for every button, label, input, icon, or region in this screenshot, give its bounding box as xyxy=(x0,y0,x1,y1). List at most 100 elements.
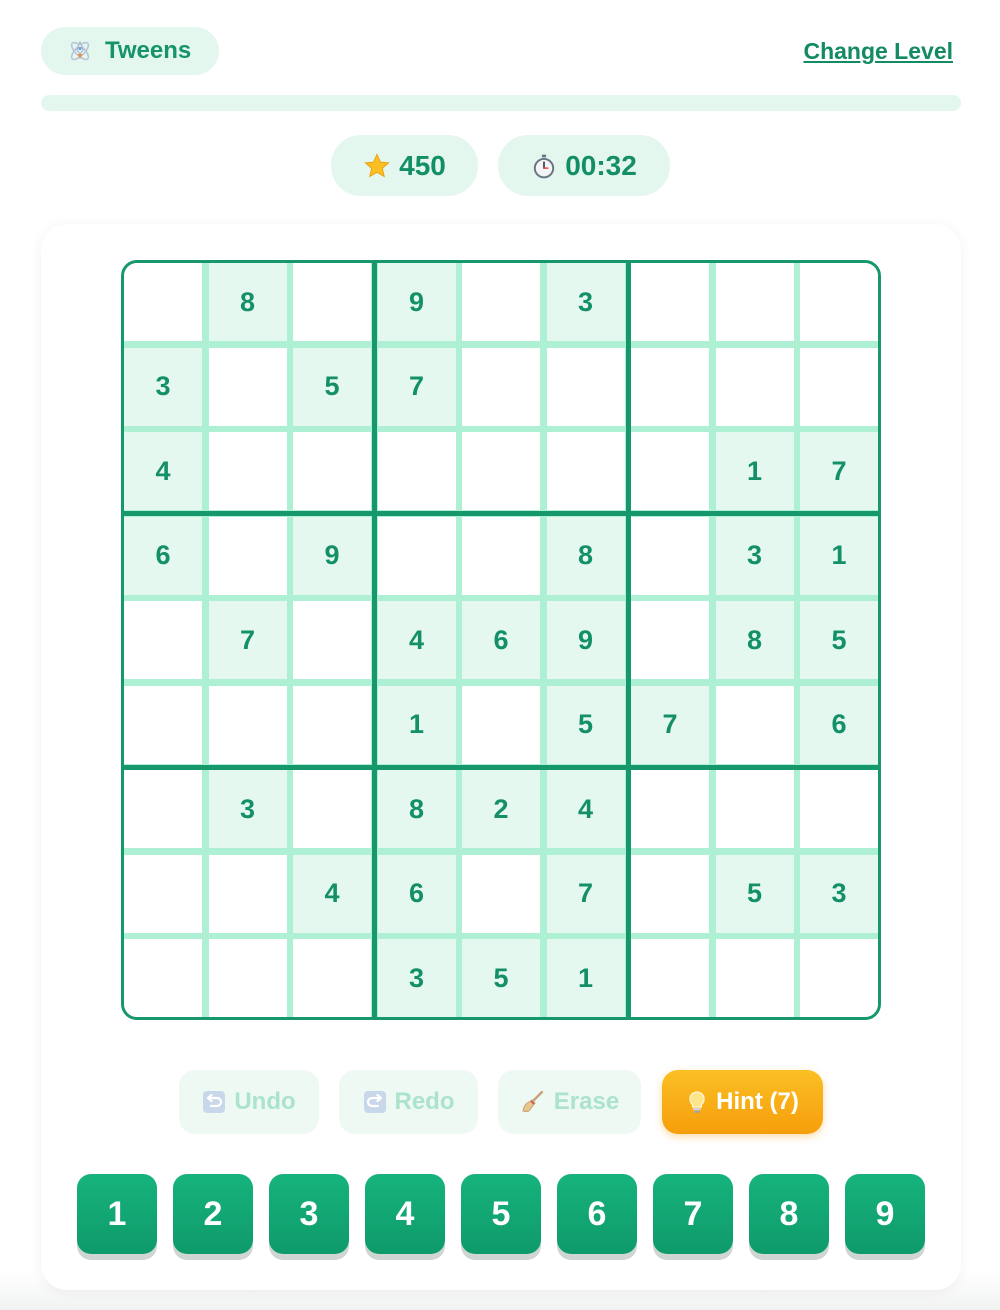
number-button-4[interactable]: 4 xyxy=(365,1174,445,1254)
sudoku-cell[interactable]: 4 xyxy=(124,432,202,510)
sudoku-cell[interactable]: 9 xyxy=(293,516,371,595)
number-button-5[interactable]: 5 xyxy=(461,1174,541,1254)
block-divider xyxy=(625,263,631,1017)
sudoku-cell[interactable] xyxy=(631,601,709,679)
sudoku-cell[interactable]: 5 xyxy=(715,854,794,933)
sudoku-cell[interactable] xyxy=(208,516,287,595)
sudoku-cell[interactable] xyxy=(293,770,371,848)
sudoku-cell[interactable]: 7 xyxy=(208,601,287,679)
sudoku-cell[interactable] xyxy=(208,347,287,426)
sudoku-cell[interactable] xyxy=(631,854,709,933)
sudoku-cell[interactable] xyxy=(546,347,625,426)
sudoku-cell[interactable] xyxy=(800,770,878,848)
sudoku-cell[interactable]: 7 xyxy=(546,854,625,933)
sudoku-cell[interactable] xyxy=(715,347,794,426)
number-button-1[interactable]: 1 xyxy=(77,1174,157,1254)
sudoku-cell[interactable]: 6 xyxy=(462,601,540,679)
sudoku-cell[interactable] xyxy=(715,263,794,341)
sudoku-cell[interactable] xyxy=(293,685,371,764)
sudoku-cell[interactable] xyxy=(462,432,540,510)
sudoku-cell[interactable] xyxy=(208,854,287,933)
sudoku-cell[interactable] xyxy=(715,770,794,848)
sudoku-cell[interactable] xyxy=(124,939,202,1017)
hint-button[interactable]: Hint (7) xyxy=(662,1070,823,1134)
sudoku-cell[interactable]: 9 xyxy=(377,263,456,341)
sudoku-cell[interactable]: 9 xyxy=(546,601,625,679)
sudoku-cell[interactable] xyxy=(462,347,540,426)
sudoku-cell[interactable]: 1 xyxy=(377,685,456,764)
sudoku-cell[interactable] xyxy=(208,939,287,1017)
sudoku-cell[interactable]: 3 xyxy=(800,854,878,933)
sudoku-cell[interactable]: 3 xyxy=(715,516,794,595)
sudoku-cell[interactable]: 4 xyxy=(546,770,625,848)
sudoku-cell[interactable] xyxy=(124,770,202,848)
sudoku-cell[interactable]: 3 xyxy=(377,939,456,1017)
sudoku-cell[interactable]: 1 xyxy=(715,432,794,510)
change-level-link[interactable]: Change Level xyxy=(803,38,953,65)
sudoku-cell[interactable]: 8 xyxy=(208,263,287,341)
number-button-9[interactable]: 9 xyxy=(845,1174,925,1254)
sudoku-cell[interactable] xyxy=(800,263,878,341)
sudoku-cell[interactable] xyxy=(800,939,878,1017)
sudoku-cell[interactable] xyxy=(631,770,709,848)
sudoku-cell[interactable]: 2 xyxy=(462,770,540,848)
number-button-7[interactable]: 7 xyxy=(653,1174,733,1254)
sudoku-cell[interactable]: 8 xyxy=(546,516,625,595)
sudoku-cell[interactable] xyxy=(124,854,202,933)
erase-button[interactable]: Erase xyxy=(498,1070,641,1134)
sudoku-cell[interactable]: 3 xyxy=(208,770,287,848)
sudoku-cell[interactable] xyxy=(208,432,287,510)
sudoku-cell[interactable]: 4 xyxy=(377,601,456,679)
sudoku-cell[interactable] xyxy=(377,432,456,510)
sudoku-cell[interactable] xyxy=(546,432,625,510)
stopwatch-icon xyxy=(534,154,555,178)
sudoku-cell[interactable] xyxy=(124,601,202,679)
sudoku-cell[interactable] xyxy=(124,685,202,764)
sudoku-cell[interactable] xyxy=(462,263,540,341)
sudoku-cell[interactable] xyxy=(631,263,709,341)
number-button-2[interactable]: 2 xyxy=(173,1174,253,1254)
number-button-8[interactable]: 8 xyxy=(749,1174,829,1254)
sudoku-cell[interactable]: 7 xyxy=(631,685,709,764)
sudoku-cell[interactable] xyxy=(462,516,540,595)
sudoku-cell[interactable]: 5 xyxy=(293,347,371,426)
sudoku-cell[interactable] xyxy=(462,854,540,933)
redo-button[interactable]: Redo xyxy=(339,1070,478,1134)
number-button-3[interactable]: 3 xyxy=(269,1174,349,1254)
sudoku-cell[interactable] xyxy=(715,685,794,764)
sudoku-cell[interactable] xyxy=(293,601,371,679)
sudoku-cell[interactable] xyxy=(293,939,371,1017)
sudoku-cell[interactable]: 1 xyxy=(546,939,625,1017)
undo-button[interactable]: Undo xyxy=(179,1070,319,1134)
block-divider xyxy=(124,764,878,770)
sudoku-cell[interactable]: 1 xyxy=(800,516,878,595)
sudoku-cell[interactable]: 7 xyxy=(377,347,456,426)
sudoku-cell[interactable] xyxy=(800,347,878,426)
sudoku-cell[interactable]: 5 xyxy=(462,939,540,1017)
sudoku-cell[interactable]: 3 xyxy=(124,347,202,426)
sudoku-cell[interactable]: 6 xyxy=(124,516,202,595)
sudoku-cell[interactable] xyxy=(631,347,709,426)
sudoku-cell[interactable] xyxy=(631,432,709,510)
sudoku-cell[interactable] xyxy=(631,939,709,1017)
sudoku-cell[interactable]: 7 xyxy=(800,432,878,510)
sudoku-cell[interactable]: 6 xyxy=(377,854,456,933)
sudoku-cell[interactable] xyxy=(293,263,371,341)
sudoku-cell[interactable]: 5 xyxy=(800,601,878,679)
sudoku-cell[interactable]: 4 xyxy=(293,854,371,933)
sudoku-cell[interactable]: 8 xyxy=(715,601,794,679)
sudoku-cell[interactable] xyxy=(715,939,794,1017)
number-button-6[interactable]: 6 xyxy=(557,1174,637,1254)
score-badge: 450 xyxy=(331,135,478,196)
sudoku-cell[interactable]: 3 xyxy=(546,263,625,341)
undo-icon xyxy=(203,1091,226,1113)
sudoku-cell[interactable]: 8 xyxy=(377,770,456,848)
sudoku-cell[interactable]: 6 xyxy=(800,685,878,764)
sudoku-cell[interactable] xyxy=(377,516,456,595)
sudoku-cell[interactable] xyxy=(631,516,709,595)
sudoku-cell[interactable] xyxy=(124,263,202,341)
sudoku-cell[interactable] xyxy=(208,685,287,764)
sudoku-cell[interactable]: 5 xyxy=(546,685,625,764)
sudoku-cell[interactable] xyxy=(293,432,371,510)
sudoku-cell[interactable] xyxy=(462,685,540,764)
